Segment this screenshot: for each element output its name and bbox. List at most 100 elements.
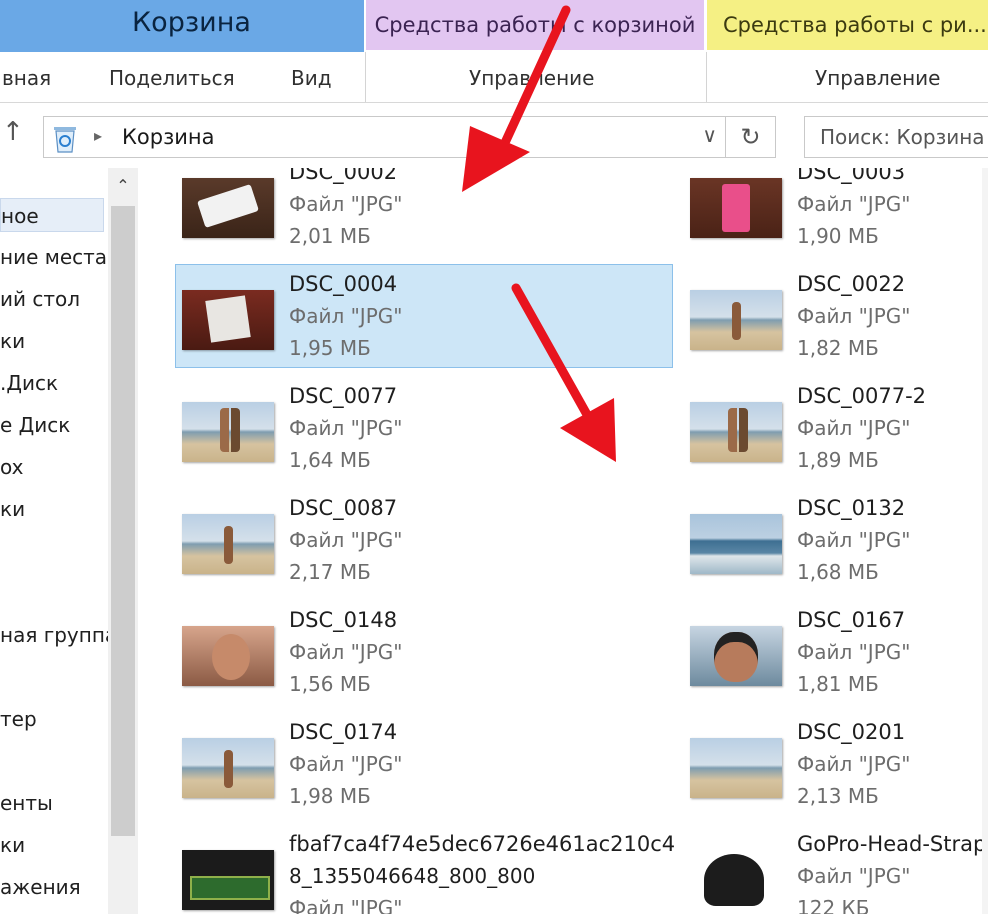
file-thumbnail (690, 290, 782, 350)
nav-item-yandex-disk[interactable]: .Диск (0, 366, 58, 400)
file-thumbnail (182, 738, 274, 798)
file-thumbnail (182, 402, 274, 462)
nav-item-downloads-2[interactable]: ки (0, 828, 25, 862)
file-thumbnail (182, 850, 274, 910)
nav-item-cloud-disk[interactable]: е Диск (0, 408, 70, 442)
nav-item-libraries[interactable]: ки (0, 492, 25, 526)
ribbon-divider (706, 52, 707, 102)
file-type: Файл "JPG" (797, 640, 911, 664)
file-name: DSC_0201 (797, 720, 906, 744)
file-type: Файл "JPG" (289, 640, 403, 664)
file-thumbnail (690, 178, 782, 238)
search-input[interactable]: Поиск: Корзина (804, 116, 988, 158)
title-bar: Корзина Средства работы с корзиной Средс… (0, 0, 988, 52)
file-tile[interactable]: DSC_0132 Файл "JPG" 1,68 МБ (690, 496, 988, 596)
file-tile[interactable]: DSC_0077-2 Файл "JPG" 1,89 МБ (690, 384, 988, 484)
nav-item-downloads[interactable]: ки (0, 324, 25, 358)
file-name: DSC_0004 (289, 272, 398, 296)
window-title: Корзина (0, 0, 364, 52)
scrollbar-thumb[interactable] (111, 206, 135, 836)
breadcrumb-chevron-icon[interactable]: ▸ (94, 126, 102, 145)
nav-scrollbar[interactable]: ⌃ (108, 168, 138, 914)
nav-item-pictures[interactable]: ажения (0, 870, 81, 904)
file-type: Файл "JPG" (289, 416, 403, 440)
file-thumbnail (182, 290, 274, 350)
scroll-up-icon[interactable]: ⌃ (108, 176, 138, 195)
file-name: DSC_0003 (797, 168, 906, 184)
file-size: 122 КБ (797, 896, 870, 914)
file-size: 1,95 МБ (289, 336, 371, 360)
tab-view[interactable]: Вид (291, 52, 332, 102)
file-type: Файл "JPG" (289, 192, 403, 216)
file-tile[interactable]: DSC_0002 Файл "JPG" 2,01 МБ (182, 168, 682, 260)
address-bar: ↑ ▸ Корзина ∨ ↻ Поиск: Корзина (0, 103, 988, 165)
file-type: Файл "JPG" (289, 528, 403, 552)
tab-manage-recycle[interactable]: Управление (469, 52, 594, 102)
file-tile-selected[interactable]: DSC_0004 Файл "JPG" 1,95 МБ (175, 264, 682, 372)
file-type: Файл "JPG" (289, 752, 403, 776)
file-type: Файл "JPG" (797, 192, 911, 216)
file-thumbnail (182, 626, 274, 686)
file-size: 1,90 МБ (797, 224, 879, 248)
file-name: DSC_0148 (289, 608, 398, 632)
file-thumbnail (182, 178, 274, 238)
file-size: 1,82 МБ (797, 336, 879, 360)
file-name: DSC_0167 (797, 608, 906, 632)
file-thumbnail (690, 738, 782, 798)
file-tile[interactable]: fbaf7ca4f74e5dec6726e461ac210c4 8_135504… (182, 832, 682, 914)
file-thumbnail (690, 402, 782, 462)
file-list-scrollbar[interactable] (982, 168, 988, 914)
file-name: DSC_0174 (289, 720, 398, 744)
file-tile[interactable]: DSC_0167 Файл "JPG" 1,81 МБ (690, 608, 988, 708)
up-arrow-icon[interactable]: ↑ (2, 117, 24, 147)
file-size: 2,01 МБ (289, 224, 371, 248)
ribbon-divider (365, 52, 366, 102)
nav-item-computer[interactable]: тер (0, 702, 37, 736)
file-size: 1,64 МБ (289, 448, 371, 472)
tab-share[interactable]: Поделиться (109, 52, 235, 102)
tab-manage-pictures[interactable]: Управление (815, 52, 940, 102)
file-thumbnail (690, 850, 782, 910)
file-tile[interactable]: GoPro-Head-Strap Файл "JPG" 122 КБ (690, 832, 988, 914)
refresh-button[interactable]: ↻ (726, 116, 776, 158)
breadcrumb-current[interactable]: Корзина (122, 125, 215, 149)
file-name: DSC_0077 (289, 384, 398, 408)
file-size: 1,68 МБ (797, 560, 879, 584)
file-name: DSC_0022 (797, 272, 906, 296)
file-type: Файл "JPG" (797, 752, 911, 776)
file-type: Файл "JPG" (289, 896, 403, 914)
file-name: DSC_0002 (289, 168, 398, 184)
file-tile[interactable]: DSC_0148 Файл "JPG" 1,56 МБ (182, 608, 682, 708)
nav-item-documents[interactable]: енты (0, 786, 53, 820)
address-box[interactable]: ▸ Корзина ∨ (43, 116, 726, 158)
file-type: Файл "JPG" (797, 304, 911, 328)
file-tile[interactable]: DSC_0077 Файл "JPG" 1,64 МБ (182, 384, 682, 484)
file-name-continued: 8_1355046648_800_800 (289, 864, 536, 888)
file-type: Файл "JPG" (797, 416, 911, 440)
file-type: Файл "JPG" (797, 528, 911, 552)
nav-item-recent-places[interactable]: ние места (0, 240, 107, 274)
file-thumbnail (690, 514, 782, 574)
file-name: DSC_0077-2 (797, 384, 927, 408)
nav-item-desktop[interactable]: ий стол (0, 282, 80, 316)
file-tile[interactable]: DSC_0003 Файл "JPG" 1,90 МБ (690, 168, 988, 260)
file-size: 2,17 МБ (289, 560, 371, 584)
context-tab-picture-tools[interactable]: Средства работы с ри... (707, 0, 988, 50)
file-tile[interactable]: DSC_0022 Файл "JPG" 1,82 МБ (690, 272, 988, 372)
chevron-down-icon[interactable]: ∨ (702, 123, 717, 147)
context-tab-recycle-tools[interactable]: Средства работы с корзиной (366, 0, 704, 50)
nav-item-favorites[interactable]: ное (0, 198, 104, 232)
file-type: Файл "JPG" (289, 304, 403, 328)
file-tile[interactable]: DSC_0201 Файл "JPG" 2,13 МБ (690, 720, 988, 820)
file-size: 1,81 МБ (797, 672, 879, 696)
nav-item-dropbox[interactable]: ox (0, 450, 23, 484)
file-name: DSC_0132 (797, 496, 906, 520)
navigation-pane: ное ние места ий стол ки .Диск е Диск ox… (0, 168, 140, 914)
file-name: DSC_0087 (289, 496, 398, 520)
file-tile[interactable]: DSC_0087 Файл "JPG" 2,17 МБ (182, 496, 682, 596)
ribbon-tabs: вная Поделиться Вид Управление Управлени… (0, 52, 988, 103)
tab-home[interactable]: вная (2, 52, 51, 102)
file-size: 1,89 МБ (797, 448, 879, 472)
file-tile[interactable]: DSC_0174 Файл "JPG" 1,98 МБ (182, 720, 682, 820)
nav-item-homegroup[interactable]: ная группа (0, 618, 117, 652)
